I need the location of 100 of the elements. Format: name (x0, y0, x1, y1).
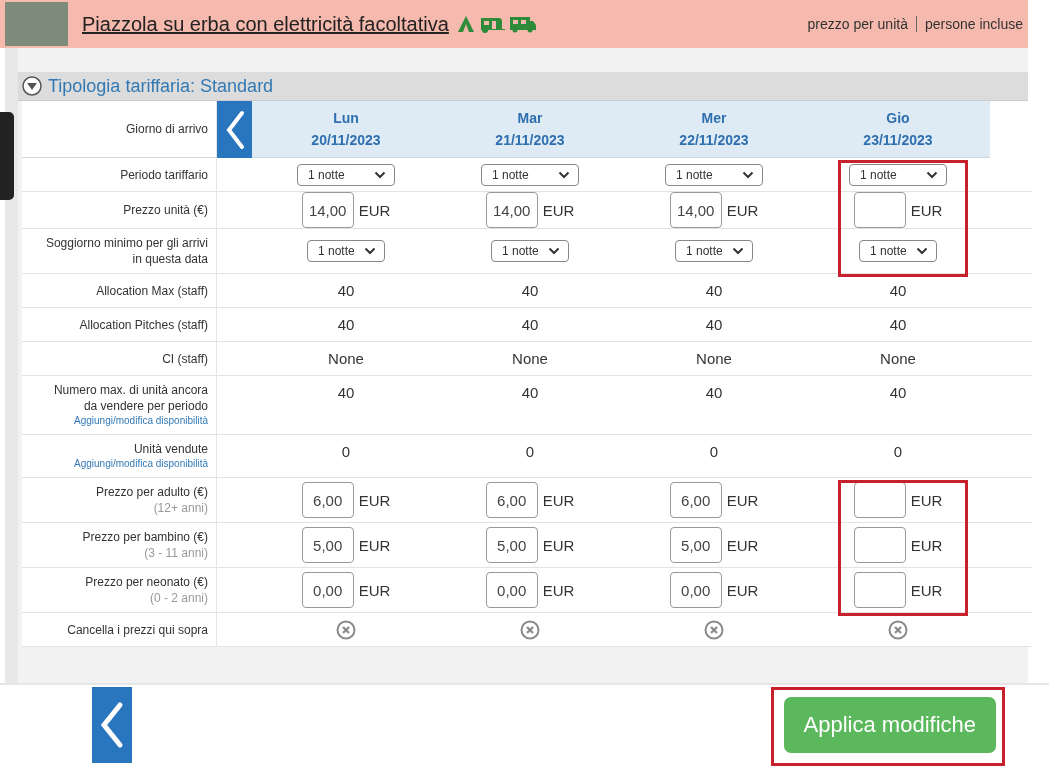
availability-link[interactable]: Aggiungi/modifica disponibilità (74, 414, 208, 428)
caravan-icon (478, 15, 505, 33)
night-dropdown[interactable]: 1 notte (859, 240, 937, 262)
date-label: 21/11/2023 (495, 131, 565, 150)
price-field[interactable] (853, 482, 906, 518)
value-text: 0 (341, 443, 351, 460)
tent-icon (456, 15, 475, 33)
price-field[interactable] (853, 572, 906, 608)
chevron-down-icon (558, 170, 570, 179)
currency-label: EUR (910, 581, 943, 599)
value-text: None (512, 350, 548, 367)
price-field[interactable] (853, 527, 906, 563)
price-field[interactable]: 0,00 (301, 572, 354, 608)
weekday-label: Gio (886, 109, 910, 128)
currency-label: EUR (358, 536, 391, 554)
chevron-down-icon (374, 170, 386, 179)
chevron-down-icon (916, 247, 928, 255)
value-text: 40 (521, 384, 539, 401)
value-text: 40 (521, 282, 539, 299)
weekday-label: Mar (517, 109, 543, 128)
previous-button[interactable] (217, 101, 252, 158)
weekday-label: Lun (333, 109, 359, 128)
row-label: Giorno di arrivo (125, 121, 208, 137)
row-label: Soggiorno minimo per gli arrivi in questa data (44, 235, 208, 267)
clear-icon[interactable] (336, 619, 356, 640)
night-dropdown[interactable]: 1 notte (297, 163, 395, 186)
photo-placeholder (5, 2, 68, 46)
row-label: Periodo tariffario (120, 166, 208, 183)
age-note: (12+ anni) (153, 500, 208, 516)
currency-label: EUR (542, 491, 575, 509)
value-text: 40 (889, 316, 907, 333)
value-text: 40 (705, 384, 723, 401)
currency-label: EUR (726, 491, 759, 509)
price-field[interactable]: 5,00 (485, 527, 538, 563)
currency-label: EUR (726, 581, 759, 599)
row-label: Prezzo per bambino (€) (82, 529, 208, 545)
value-text: 0 (709, 443, 719, 460)
header-link[interactable]: prezzo per unità (799, 16, 916, 32)
value-text: 40 (337, 316, 355, 333)
price-field[interactable]: 6,00 (485, 482, 538, 518)
currency-label: EUR (910, 536, 943, 554)
price-field[interactable]: 5,00 (301, 527, 354, 563)
value-text: 40 (337, 282, 355, 299)
night-dropdown[interactable]: 1 notte (675, 240, 753, 262)
price-field[interactable]: 14,00 (485, 192, 538, 228)
row-label: Numero max. di unità ancora da vendere per periodo (52, 382, 208, 414)
row-label: CI (staff) (162, 350, 208, 367)
value-text: None (328, 350, 364, 367)
chevron-left-icon (99, 701, 125, 749)
night-dropdown[interactable]: 1 notte (307, 240, 385, 262)
section-title: Tipologia tariffaria: Standard (48, 75, 274, 97)
price-field[interactable]: 0,00 (485, 572, 538, 608)
header-link[interactable]: persone incluse (915, 16, 1028, 32)
value-text: 40 (705, 282, 723, 299)
price-field[interactable]: 6,00 (301, 482, 354, 518)
clear-icon[interactable] (888, 619, 908, 640)
currency-label: EUR (358, 491, 391, 509)
camper-icon (508, 15, 537, 33)
night-dropdown[interactable]: 1 notte (665, 163, 763, 186)
collapse-icon[interactable] (22, 76, 42, 96)
price-field[interactable]: 14,00 (669, 192, 722, 228)
age-note: (3 - 11 anni) (144, 545, 208, 561)
date-label: 22/11/2023 (679, 131, 749, 150)
value-text: 40 (889, 282, 907, 299)
night-dropdown[interactable]: 1 notte (481, 163, 579, 186)
price-field[interactable]: 0,00 (669, 572, 722, 608)
row-label: Unità vendute (133, 441, 208, 457)
currency-label: EUR (542, 581, 575, 599)
price-field[interactable]: 5,00 (669, 527, 722, 563)
chevron-down-icon (742, 170, 754, 179)
chevron-down-icon (364, 247, 376, 255)
row-label: Prezzo per adulto (€) (95, 484, 208, 500)
currency-label: EUR (910, 201, 943, 219)
back-button[interactable] (92, 687, 132, 763)
date-label: 20/11/2023 (311, 131, 381, 150)
currency-label: EUR (358, 201, 391, 219)
currency-label: EUR (726, 536, 759, 554)
value-text: 40 (521, 316, 539, 333)
value-text: None (880, 350, 916, 367)
currency-label: EUR (358, 581, 391, 599)
weekday-label: Mer (701, 109, 727, 128)
value-text: 40 (889, 384, 907, 401)
chevron-down-icon (732, 247, 744, 255)
value-text: 0 (525, 443, 535, 460)
currency-label: EUR (910, 491, 943, 509)
value-text: None (696, 350, 732, 367)
price-field[interactable]: 6,00 (669, 482, 722, 518)
chevron-down-icon (548, 247, 560, 255)
clear-icon[interactable] (704, 619, 724, 640)
night-dropdown[interactable]: 1 notte (849, 163, 947, 186)
value-text: 40 (337, 384, 355, 401)
row-label: Allocation Max (staff) (96, 282, 208, 299)
price-field[interactable]: 14,00 (301, 192, 354, 228)
availability-link[interactable]: Aggiungi/modifica disponibilità (74, 457, 208, 471)
price-field[interactable] (853, 192, 906, 228)
pitch-title-link[interactable]: Piazzola su erba con elettricità facoltativa (82, 12, 449, 36)
clear-icon[interactable] (520, 619, 540, 640)
value-text: 0 (893, 443, 903, 460)
night-dropdown[interactable]: 1 notte (491, 240, 569, 262)
row-label: Allocation Pitches (staff) (79, 316, 208, 333)
